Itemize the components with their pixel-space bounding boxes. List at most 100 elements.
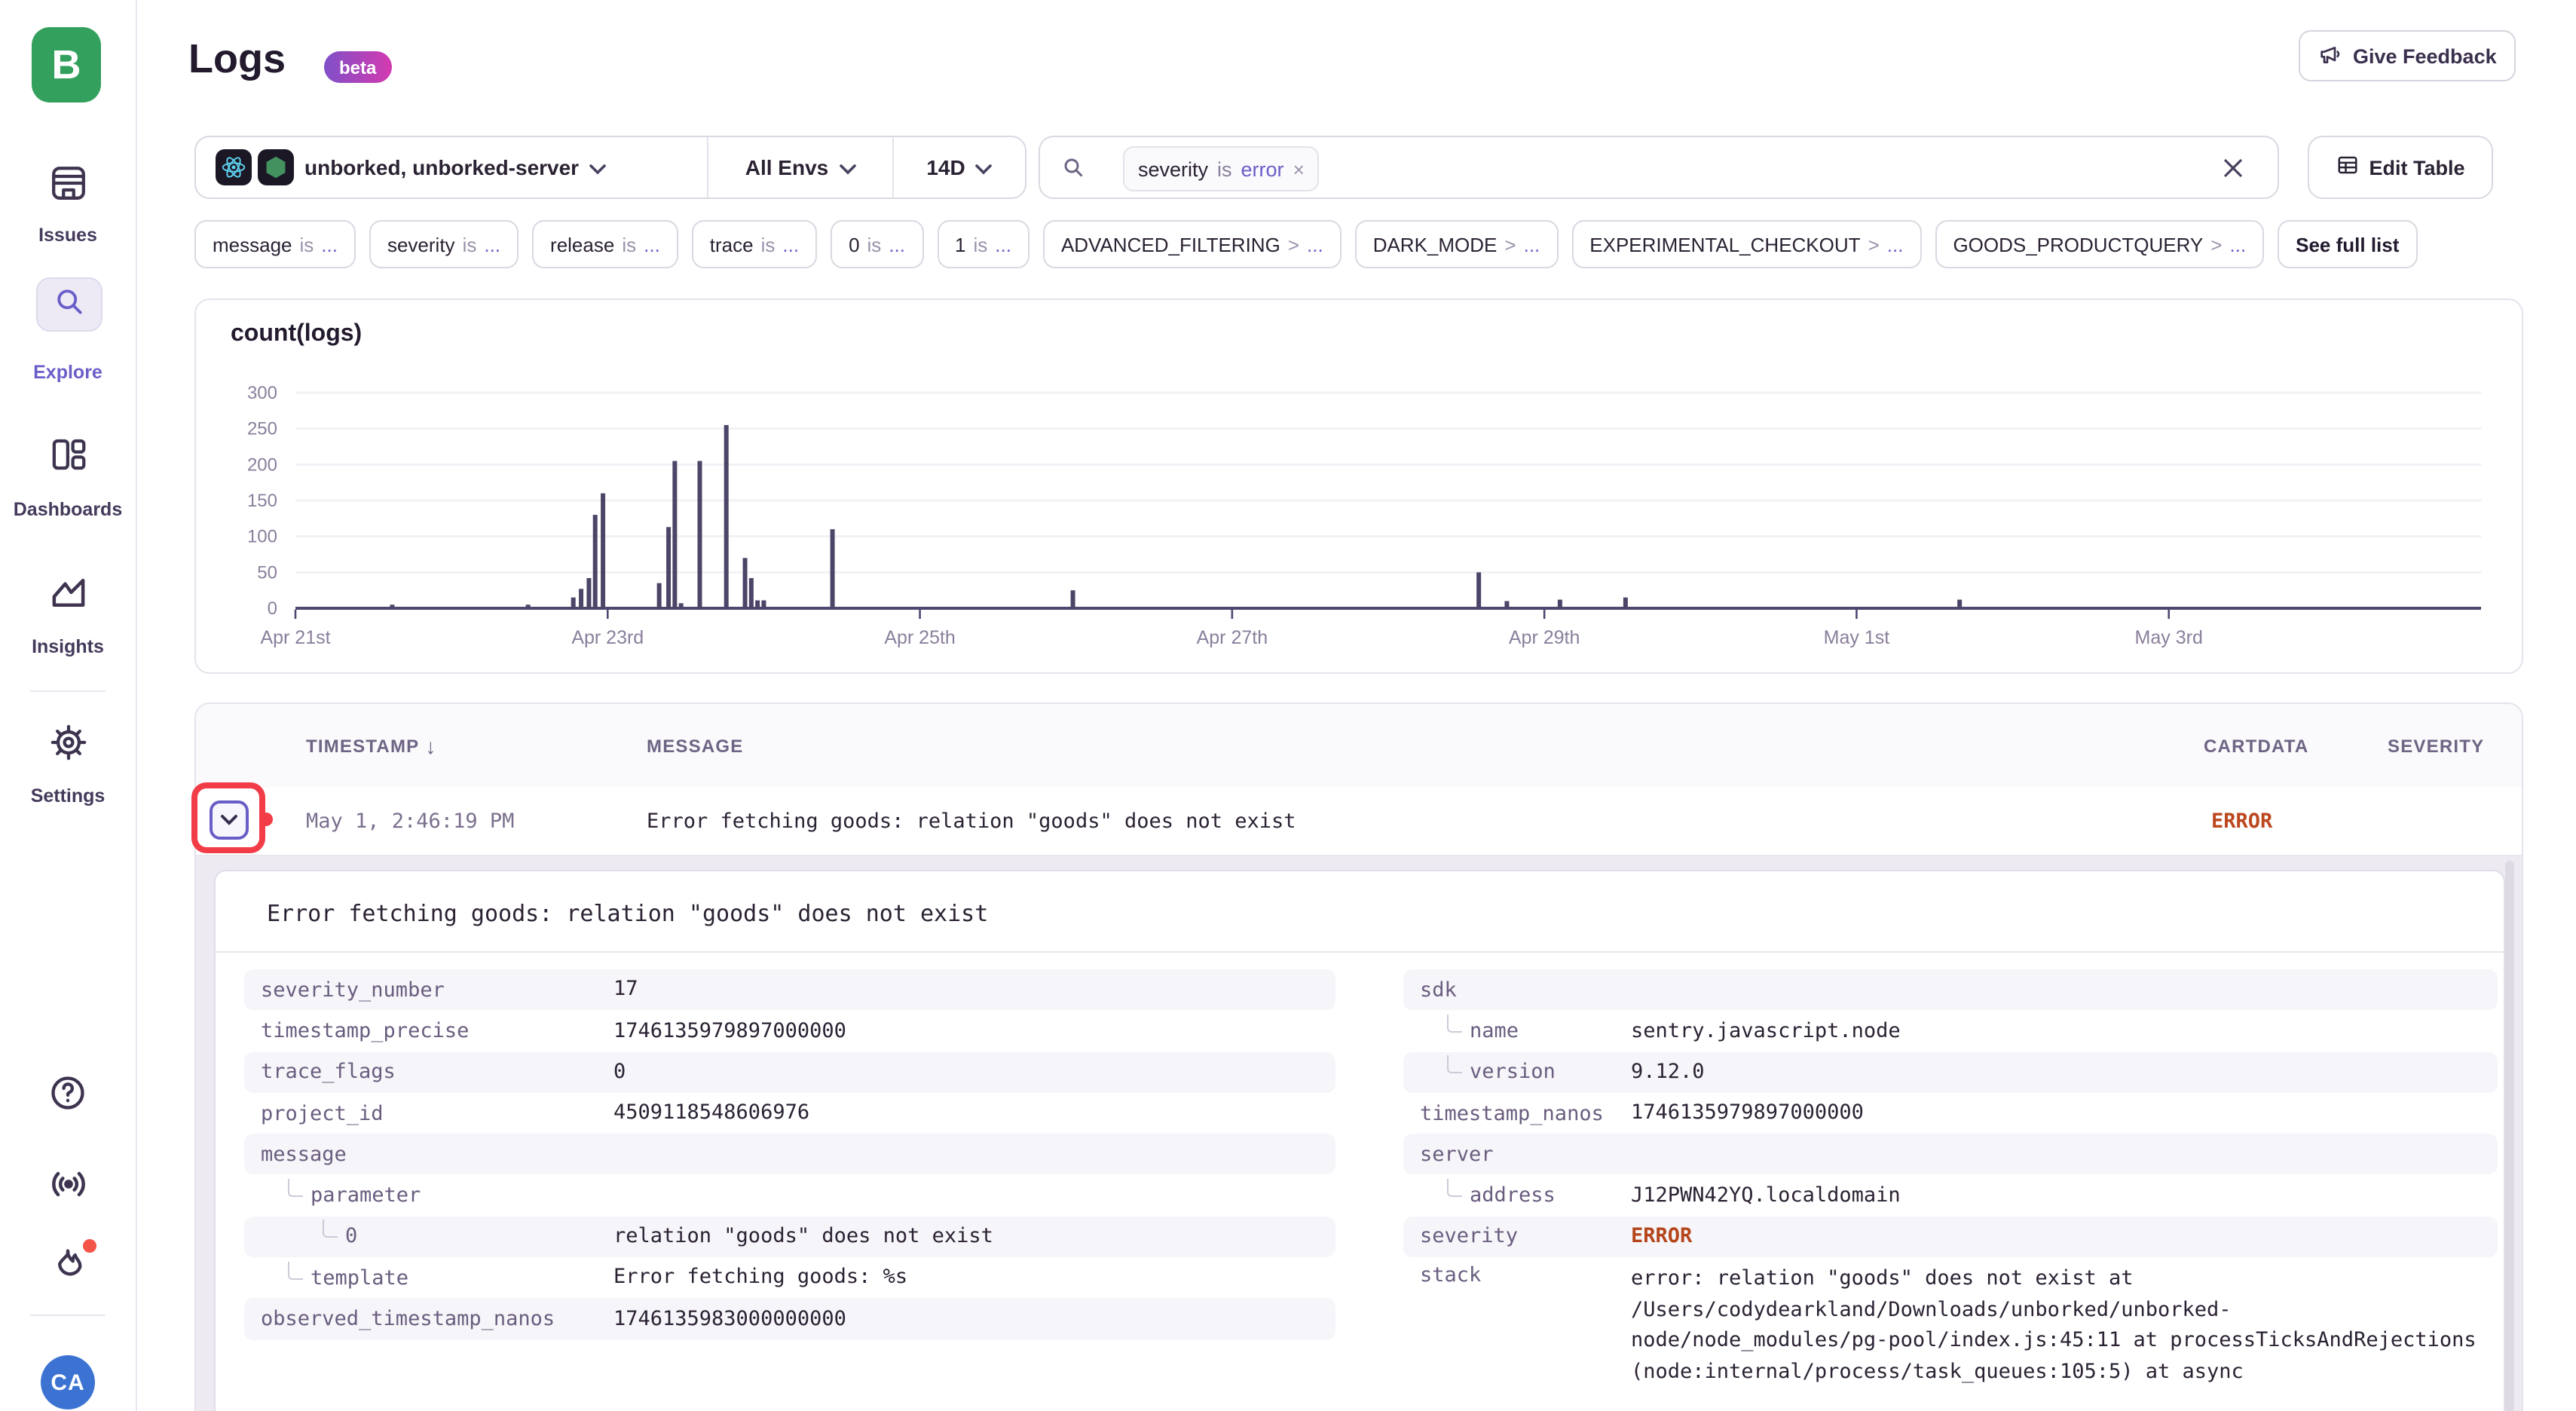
filter-chip[interactable]: traceis... xyxy=(692,220,817,268)
detail-row: severityERROR xyxy=(1403,1217,2498,1258)
detail-key: timestamp_nanos xyxy=(1403,1101,1631,1125)
chevron-down-icon xyxy=(976,155,993,179)
filter-chip[interactable]: See full list xyxy=(2278,220,2417,268)
column-header-cartdata[interactable]: CARTDATA xyxy=(2204,704,2308,787)
svg-text:May 1st: May 1st xyxy=(1824,627,1890,648)
search-input[interactable]: severity is error × xyxy=(1039,136,2279,199)
detail-row: message xyxy=(244,1134,1335,1175)
avatar[interactable]: CA xyxy=(41,1355,95,1409)
detail-value: 1746135979897000000 xyxy=(613,1015,1335,1046)
clear-search-button[interactable] xyxy=(2222,157,2244,187)
chart-bar xyxy=(390,604,394,608)
beta-badge: beta xyxy=(324,51,391,83)
svg-text:300: 300 xyxy=(247,383,277,403)
chart-bar xyxy=(1504,601,1509,608)
row-detail-area: Error fetching goods: relation "goods" d… xyxy=(196,856,2522,1411)
detail-key: severity_number xyxy=(244,978,613,1002)
filter-chip[interactable]: ADVANCED_FILTERING>... xyxy=(1043,220,1342,268)
svg-text:0: 0 xyxy=(268,598,277,619)
chart-bar xyxy=(601,493,605,608)
chart-bar xyxy=(1476,572,1481,608)
notification-dot xyxy=(83,1239,96,1253)
date-range-selector[interactable]: 14D xyxy=(894,137,1025,197)
detail-value: 17 xyxy=(613,975,1335,1005)
token-operator: is xyxy=(1217,158,1232,180)
detail-row: project_id4509118548606976 xyxy=(244,1093,1335,1134)
filter-chip[interactable]: severityis... xyxy=(369,220,519,268)
chart-bar xyxy=(1957,600,1962,608)
detail-value: Error fetching goods: %s xyxy=(613,1263,1335,1293)
sidebar-item-insights[interactable] xyxy=(0,573,136,621)
detail-key: project_id xyxy=(244,1101,613,1125)
issues-icon xyxy=(47,163,88,211)
filter-chip[interactable]: GOODS_PRODUCTQUERY>... xyxy=(1935,220,2264,268)
table-row[interactable]: May 1, 2:46:19 PM Error fetching goods: … xyxy=(196,787,2522,856)
svg-text:250: 250 xyxy=(247,419,277,439)
column-header-timestamp[interactable]: TIMESTAMP ↓ xyxy=(306,704,437,787)
project-selector[interactable]: unborked, unborked-server xyxy=(196,137,707,197)
filter-chip[interactable]: messageis... xyxy=(194,220,356,268)
detail-value: sentry.javascript.node xyxy=(1631,1015,2498,1046)
fire-icon xyxy=(48,1245,87,1292)
tree-connector-icon xyxy=(288,1261,303,1279)
remove-token-icon[interactable]: × xyxy=(1293,158,1305,180)
chevron-down-icon xyxy=(220,807,238,834)
column-header-message[interactable]: MESSAGE xyxy=(647,704,743,787)
detail-key: stack xyxy=(1403,1257,1631,1295)
detail-scrollbar[interactable] xyxy=(2505,861,2514,1411)
sidebar-item-settings[interactable] xyxy=(0,722,136,770)
sidebar-item-issues[interactable] xyxy=(0,163,136,211)
sidebar-label-explore[interactable]: Explore xyxy=(0,362,136,383)
chart-bar xyxy=(579,589,583,608)
filter-chip[interactable]: 0is... xyxy=(831,220,923,268)
sidebar-item-explore[interactable] xyxy=(36,277,102,332)
sidebar-label-insights[interactable]: Insights xyxy=(0,636,136,657)
sidebar-item-dashboards[interactable] xyxy=(0,434,136,482)
expand-row-button[interactable] xyxy=(210,800,249,840)
help-button[interactable] xyxy=(0,1073,136,1120)
filter-chip[interactable]: DARK_MODE>... xyxy=(1355,220,1559,268)
tree-connector-icon xyxy=(1447,1055,1462,1073)
svg-text:Apr 23rd: Apr 23rd xyxy=(571,627,644,648)
detail-key: version xyxy=(1403,1060,1631,1084)
sidebar-label-dashboards[interactable]: Dashboards xyxy=(0,499,136,520)
detail-row: severity_number17 xyxy=(244,969,1335,1011)
chart-bar xyxy=(749,578,754,608)
svg-text:150: 150 xyxy=(247,491,277,511)
sidebar: B Issues Explore xyxy=(0,0,137,1411)
give-feedback-button[interactable]: Give Feedback xyxy=(2299,30,2516,81)
row-message: Error fetching goods: relation "goods" d… xyxy=(647,787,1296,855)
detail-key: message xyxy=(244,1143,613,1167)
token-key: severity xyxy=(1138,158,1208,180)
svg-text:Apr 21st: Apr 21st xyxy=(260,627,330,648)
detail-row: observed_timestamp_nanos1746135983000000… xyxy=(244,1299,1335,1340)
edit-table-button[interactable]: Edit Table xyxy=(2308,136,2493,199)
detail-row: 0relation "goods" does not exist xyxy=(244,1217,1335,1258)
sidebar-label-issues[interactable]: Issues xyxy=(0,225,136,246)
node-project-icon xyxy=(258,149,294,185)
onboarding-button[interactable] xyxy=(0,1245,136,1292)
detail-value: 1746135983000000000 xyxy=(613,1303,1335,1334)
filter-chip[interactable]: 1is... xyxy=(937,220,1029,268)
chart-bar xyxy=(672,461,677,608)
gear-icon xyxy=(47,722,88,770)
environment-selector[interactable]: All Envs xyxy=(707,137,894,197)
detail-key: server xyxy=(1403,1143,1631,1167)
sidebar-label-settings[interactable]: Settings xyxy=(0,785,136,807)
chevron-down-icon xyxy=(839,155,855,179)
detail-row: server xyxy=(1403,1134,2498,1175)
search-icon xyxy=(53,284,86,325)
whats-new-button[interactable] xyxy=(0,1164,136,1212)
filter-chip[interactable]: releaseis... xyxy=(532,220,678,268)
detail-fields-left: severity_number17timestamp_precise174613… xyxy=(244,969,1335,1339)
search-filter-token[interactable]: severity is error × xyxy=(1123,146,1320,191)
detail-title: Error fetching goods: relation "goods" d… xyxy=(267,900,988,927)
detail-key: template xyxy=(244,1266,613,1290)
chart-bar xyxy=(724,425,729,608)
chart-bar xyxy=(761,601,766,608)
tree-connector-icon xyxy=(1447,1179,1462,1197)
environment-selector-label: All Envs xyxy=(745,155,829,179)
filter-chip[interactable]: EXPERIMENTAL_CHECKOUT>... xyxy=(1571,220,1921,268)
column-header-severity[interactable]: SEVERITY xyxy=(2388,704,2484,787)
org-logo[interactable]: B xyxy=(32,27,101,103)
